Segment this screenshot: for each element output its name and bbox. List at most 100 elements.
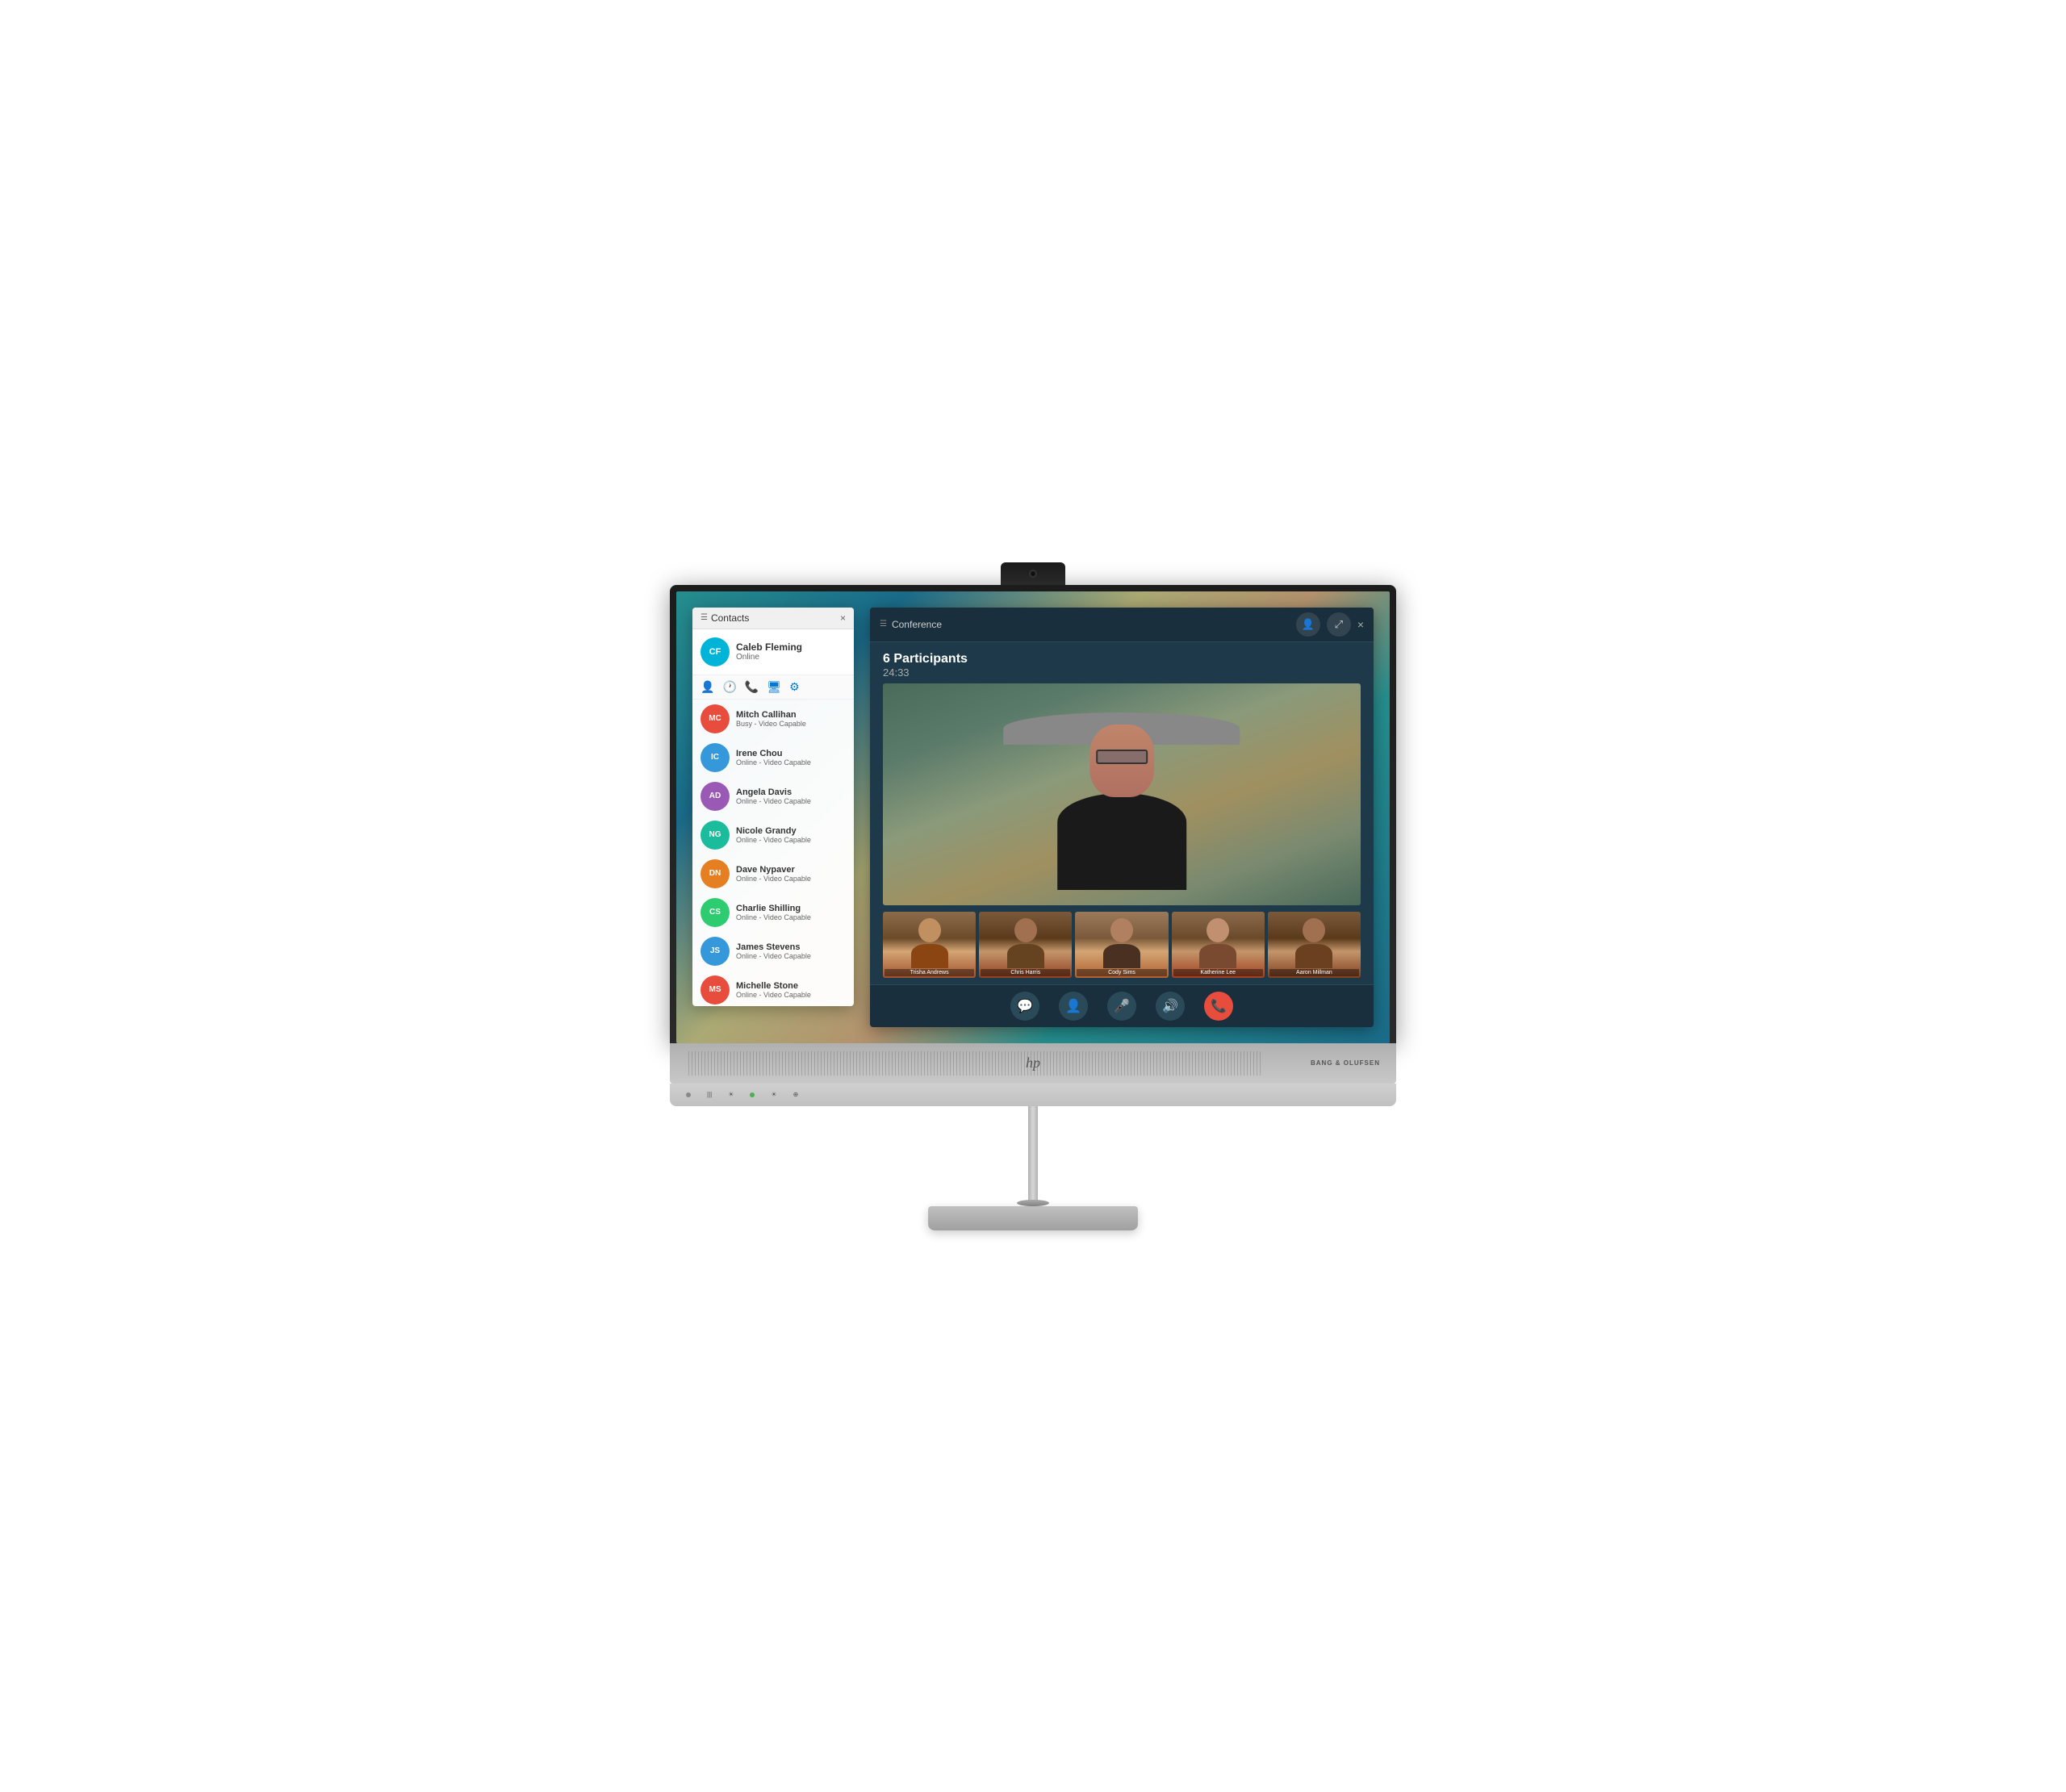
nav-screen-icon[interactable]: 🖥: [767, 680, 781, 694]
avatar: MC: [701, 704, 730, 733]
nav-clock-icon[interactable]: 🕐: [722, 680, 736, 694]
contacts-nav: 👤 🕐 📞 🖥 ⚙: [692, 675, 854, 700]
contact-name: Dave Nypaver: [736, 865, 811, 875]
webcam: [1001, 562, 1065, 585]
monitor-stand-joint: [1017, 1200, 1049, 1206]
thumbnail-5[interactable]: Aaron Millman: [1268, 912, 1361, 978]
conference-info: 6 Participants 24:33: [870, 642, 1374, 683]
thumbnail-4[interactable]: Katherine Lee: [1172, 912, 1265, 978]
contacts-icon: ☰: [701, 613, 708, 622]
tp-head: [1207, 918, 1229, 942]
contact-info: Dave Nypaver Online - Video Capable: [736, 865, 811, 883]
avatar: AD: [701, 782, 730, 811]
nav-settings-icon[interactable]: ⚙: [789, 680, 800, 694]
list-item[interactable]: MS Michelle Stone Online - Video Capable: [692, 971, 854, 1006]
video-main-area: Trisha Andrews Chris Harris: [870, 683, 1374, 984]
tp-body: [911, 944, 948, 968]
chat-icon: 💬: [1017, 998, 1033, 1014]
thumbnail-person-2: [979, 912, 1072, 978]
tp-body: [1199, 944, 1236, 968]
end-call-button[interactable]: 📞: [1204, 992, 1233, 1021]
thumbnail-label-3: Cody Sims: [1077, 969, 1166, 976]
thumbnail-person-3: [1075, 912, 1168, 978]
menu-button[interactable]: |||: [707, 1091, 712, 1098]
participants-button[interactable]: 👤: [1059, 992, 1088, 1021]
avatar: NG: [701, 821, 730, 850]
list-item[interactable]: CS Charlie Shilling Online - Video Capab…: [692, 893, 854, 932]
contact-status: Online - Video Capable: [736, 952, 811, 960]
current-user-profile: CF Caleb Fleming Online: [692, 629, 854, 675]
conference-header: ☰ Conference 👤 ⤢ ×: [870, 608, 1374, 642]
person-glasses: [1096, 750, 1148, 764]
mic-button[interactable]: 🎤: [1107, 992, 1136, 1021]
power-led: [750, 1092, 755, 1097]
contact-name: Angela Davis: [736, 787, 811, 797]
contact-name: Charlie Shilling: [736, 904, 811, 913]
conference-share-button[interactable]: ⤢: [1327, 612, 1351, 637]
conference-close-button[interactable]: ×: [1357, 618, 1364, 631]
contact-status: Online - Video Capable: [736, 991, 811, 999]
mic-icon: 🎤: [1114, 998, 1130, 1014]
contact-name: Irene Chou: [736, 749, 811, 758]
monitor-speaker-bar: hp BANG & OLUFSEN: [670, 1043, 1396, 1084]
monitor-stand-base: [928, 1206, 1138, 1230]
contact-info: Angela Davis Online - Video Capable: [736, 787, 811, 805]
contact-status: Online - Video Capable: [736, 875, 811, 883]
contacts-header: ☰ Contacts ×: [692, 608, 854, 629]
contact-info: Charlie Shilling Online - Video Capable: [736, 904, 811, 921]
conference-top-controls: 👤 ⤢ ×: [1296, 612, 1364, 637]
list-item[interactable]: DN Dave Nypaver Online - Video Capable: [692, 854, 854, 893]
screen: ☰ Contacts × CF Caleb Fleming Online: [676, 591, 1390, 1043]
contact-name: Nicole Grandy: [736, 826, 811, 836]
contact-status: Online - Video Capable: [736, 836, 811, 844]
list-item[interactable]: JS James Stevens Online - Video Capable: [692, 932, 854, 971]
speaker-icon: 🔊: [1162, 998, 1178, 1014]
contact-info: Mitch Callihan Busy - Video Capable: [736, 710, 806, 728]
brightness-up-button[interactable]: ☀: [771, 1091, 776, 1098]
person-head: [1089, 725, 1154, 797]
thumbnail-label-4: Katherine Lee: [1173, 969, 1263, 976]
nav-phone-icon[interactable]: 📞: [745, 680, 759, 694]
person-body: [1057, 793, 1186, 890]
list-item[interactable]: MC Mitch Callihan Busy - Video Capable: [692, 700, 854, 738]
current-user-info: Caleb Fleming Online: [736, 641, 802, 662]
audio-brand: BANG & OLUFSEN: [1311, 1059, 1380, 1067]
tp-body: [1007, 944, 1044, 968]
contacts-list: MC Mitch Callihan Busy - Video Capable I…: [692, 700, 854, 1006]
list-item[interactable]: AD Angela Davis Online - Video Capable: [692, 777, 854, 816]
thumbnail-label-2: Chris Harris: [981, 969, 1070, 976]
input-button[interactable]: ⊕: [793, 1091, 799, 1098]
participants-count: 6 Participants: [883, 652, 1361, 666]
contact-info: Michelle Stone Online - Video Capable: [736, 981, 811, 999]
main-video-feed: [883, 683, 1361, 905]
current-user-status: Online: [736, 653, 802, 662]
thumbnail-1[interactable]: Trisha Andrews: [883, 912, 976, 978]
avatar: DN: [701, 859, 730, 888]
contacts-panel: ☰ Contacts × CF Caleb Fleming Online: [692, 608, 854, 1006]
contact-status: Busy - Video Capable: [736, 720, 806, 728]
monitor-controls-strip: ||| ☀ ☀ ⊕: [670, 1084, 1396, 1106]
thumbnail-2[interactable]: Chris Harris: [979, 912, 1072, 978]
conference-add-person-button[interactable]: 👤: [1296, 612, 1320, 637]
end-call-icon: 📞: [1211, 998, 1227, 1014]
thumbnail-person-1: [883, 912, 976, 978]
contacts-close-button[interactable]: ×: [840, 612, 846, 624]
contacts-title: Contacts: [711, 612, 749, 624]
nav-people-icon[interactable]: 👤: [701, 680, 714, 694]
thumbnails-row: Trisha Andrews Chris Harris: [883, 912, 1361, 984]
tp-body: [1295, 944, 1332, 968]
speaker-button[interactable]: 🔊: [1156, 992, 1185, 1021]
thumbnail-person-5: [1268, 912, 1361, 978]
contact-name: Mitch Callihan: [736, 710, 806, 720]
list-item[interactable]: NG Nicole Grandy Online - Video Capable: [692, 816, 854, 854]
thumbnail-3[interactable]: Cody Sims: [1075, 912, 1168, 978]
tp-head: [1014, 918, 1037, 942]
chat-button[interactable]: 💬: [1010, 992, 1039, 1021]
video-background: [883, 683, 1361, 905]
tp-head: [918, 918, 941, 942]
thumbnail-person-4: [1172, 912, 1265, 978]
list-item[interactable]: IC Irene Chou Online - Video Capable: [692, 738, 854, 777]
tp-body: [1103, 944, 1140, 968]
thumbnail-label-5: Aaron Millman: [1269, 969, 1359, 976]
brightness-down-button[interactable]: ☀: [728, 1091, 734, 1098]
